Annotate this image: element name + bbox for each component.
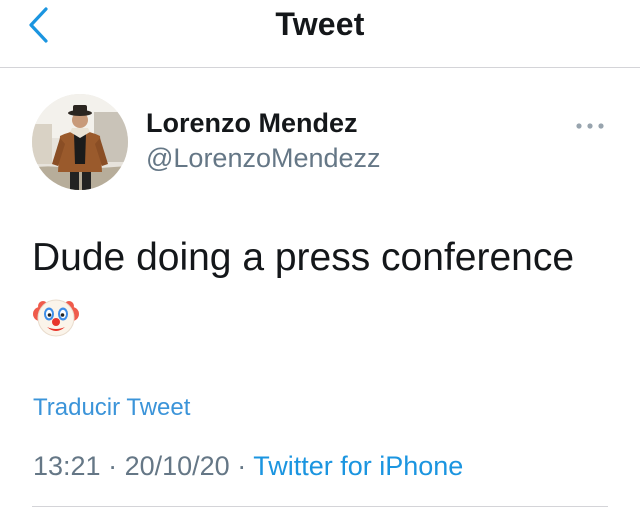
author-name[interactable]: Lorenzo Mendez bbox=[146, 108, 358, 139]
author-handle[interactable]: @LorenzoMendezz bbox=[146, 143, 381, 174]
tweet-date: 20/10/20 bbox=[124, 451, 230, 481]
more-options-button[interactable] bbox=[572, 116, 608, 136]
profile-photo bbox=[32, 94, 128, 190]
more-dots-icon bbox=[576, 123, 604, 129]
top-nav-bar: Tweet bbox=[0, 0, 640, 68]
source-app-link[interactable]: Twitter for iPhone bbox=[253, 451, 463, 481]
page-title: Tweet bbox=[275, 6, 365, 42]
translate-tweet-link[interactable]: Traducir Tweet bbox=[33, 394, 190, 422]
meta-separator: · bbox=[229, 451, 254, 481]
tweet-detail-screen: Tweet Lorenzo Mendez @LorenzoMendezz Dud… bbox=[0, 0, 640, 510]
meta-separator: · bbox=[100, 451, 125, 481]
clown-face-emoji bbox=[33, 294, 79, 340]
tweet-metadata: 13:21 · 20/10/20 · Twitter for iPhone bbox=[33, 451, 463, 482]
tweet-text: Dude doing a press conference bbox=[32, 236, 575, 279]
avatar[interactable] bbox=[32, 94, 128, 190]
tweet-time: 13:21 bbox=[33, 451, 101, 481]
divider bbox=[32, 506, 608, 507]
